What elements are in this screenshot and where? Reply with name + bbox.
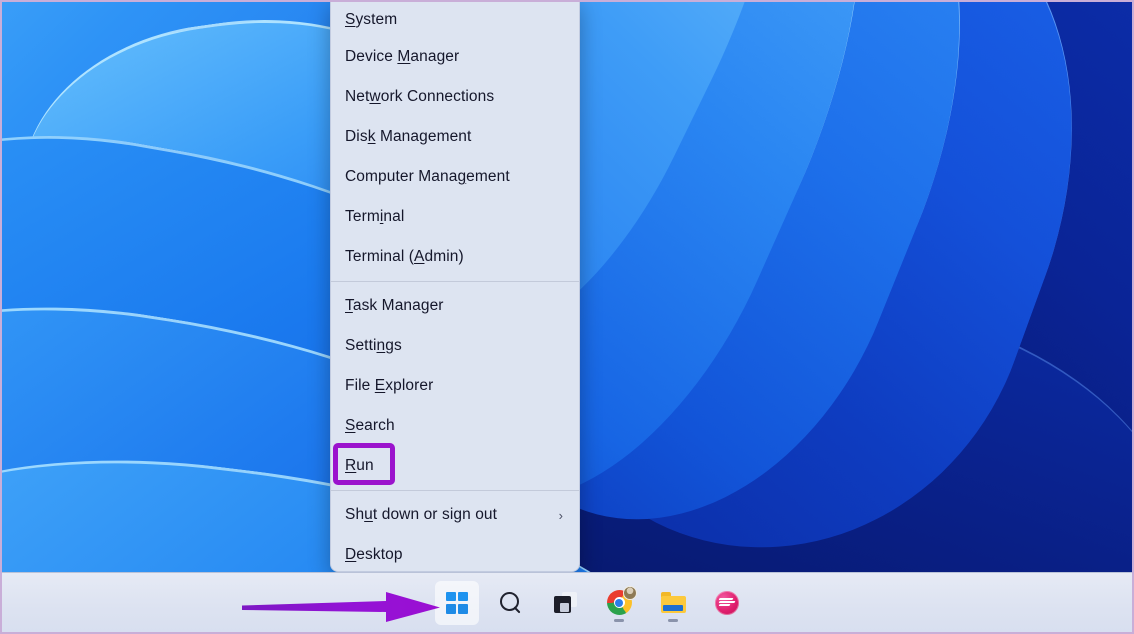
menu-item-file-explorer[interactable]: File Explorer <box>331 366 579 406</box>
pink-app-button[interactable] <box>705 581 749 625</box>
menu-group-session: Shut down or sign out › Desktop <box>331 495 579 572</box>
menu-item-label: Disk Management <box>345 128 569 146</box>
menu-item-disk-management[interactable]: Disk Management <box>331 117 579 157</box>
taskbar-icon-group <box>2 573 1132 632</box>
task-view-icon <box>554 592 577 613</box>
power-user-menu[interactable]: System Device Manager Network Connection… <box>330 0 580 572</box>
taskbar <box>2 572 1132 632</box>
running-indicator <box>614 619 624 622</box>
menu-item-task-manager[interactable]: Task Manager <box>331 286 579 326</box>
menu-group-system: System Device Manager Network Connection… <box>331 1 579 277</box>
menu-item-terminal[interactable]: Terminal <box>331 197 579 237</box>
menu-item-label: Network Connections <box>345 88 569 106</box>
menu-separator <box>331 281 579 282</box>
menu-item-label: Computer Management <box>345 168 569 186</box>
desktop-screen: System Device Manager Network Connection… <box>0 0 1134 634</box>
wallpaper-ribbon <box>539 0 1134 634</box>
folder-icon <box>661 592 686 613</box>
taskview-button[interactable] <box>543 581 587 625</box>
menu-item-search[interactable]: Search <box>331 406 579 446</box>
menu-separator <box>331 490 579 491</box>
menu-item-network-connections[interactable]: Network Connections <box>331 77 579 117</box>
menu-item-computer-management[interactable]: Computer Management <box>331 157 579 197</box>
menu-item-label: Task Manager <box>345 297 569 315</box>
menu-item-settings[interactable]: Settings <box>331 326 579 366</box>
menu-item-label: Terminal (Admin) <box>345 248 569 266</box>
start-button[interactable] <box>435 581 479 625</box>
windows-logo-icon <box>446 592 468 614</box>
menu-item-shut-down-or-sign-out[interactable]: Shut down or sign out › <box>331 495 579 535</box>
avatar <box>623 586 637 600</box>
menu-item-run[interactable]: Run <box>331 446 579 486</box>
pink-dart-icon <box>715 591 739 615</box>
chevron-right-icon: › <box>559 508 563 523</box>
menu-item-desktop[interactable]: Desktop <box>331 535 579 572</box>
menu-item-label: Search <box>345 417 569 435</box>
menu-item-label: Run <box>345 457 569 475</box>
menu-item-label: Device Manager <box>345 48 569 66</box>
menu-item-label: System <box>345 11 569 29</box>
explorer-button[interactable] <box>651 581 695 625</box>
chrome-icon <box>607 590 632 615</box>
menu-item-label: Shut down or sign out <box>345 506 559 524</box>
running-indicator <box>668 619 678 622</box>
menu-item-label: File Explorer <box>345 377 569 395</box>
wallpaper-ribbon <box>701 0 1134 434</box>
menu-item-label: Desktop <box>345 546 569 564</box>
chrome-button[interactable] <box>597 581 641 625</box>
menu-item-label: Terminal <box>345 208 569 226</box>
menu-item-terminal-admin[interactable]: Terminal (Admin) <box>331 237 579 277</box>
search-button[interactable] <box>489 581 533 625</box>
menu-item-system[interactable]: System <box>331 1 579 37</box>
menu-item-device-manager[interactable]: Device Manager <box>331 37 579 77</box>
menu-item-label: Settings <box>345 337 569 355</box>
search-icon <box>499 591 523 615</box>
menu-group-tools: Task Manager Settings File Explorer Sear… <box>331 286 579 486</box>
